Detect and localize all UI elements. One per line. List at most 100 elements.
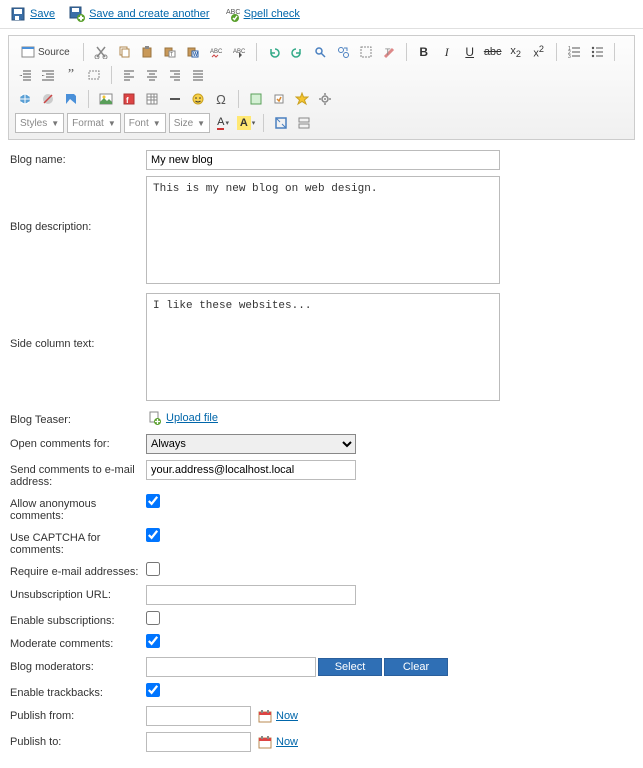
paste-text-icon[interactable]: T	[160, 42, 180, 62]
select-button[interactable]: Select	[318, 658, 382, 676]
subscript-icon[interactable]: x2	[506, 42, 526, 62]
format-dropdown[interactable]: Format▼	[67, 113, 121, 133]
unlink-icon[interactable]	[38, 89, 58, 109]
selectall-icon[interactable]	[356, 42, 376, 62]
showblocks-icon[interactable]	[294, 113, 314, 133]
pub-from-input[interactable]	[146, 706, 251, 726]
cut-icon[interactable]	[91, 42, 111, 62]
align-justify-icon[interactable]	[188, 65, 208, 85]
bulletlist-icon[interactable]	[587, 42, 607, 62]
pub-from-now-link[interactable]: Now	[257, 708, 298, 724]
captcha-checkbox[interactable]	[146, 528, 160, 542]
captcha-label: Use CAPTCHA for comments:	[10, 528, 146, 556]
paste-word-icon[interactable]: W	[183, 42, 203, 62]
save-plus-icon	[69, 6, 85, 22]
send-email-input[interactable]	[146, 460, 356, 480]
underline-icon[interactable]: U	[460, 42, 480, 62]
anon-label: Allow anonymous comments:	[10, 494, 146, 522]
save-link[interactable]: Save	[10, 6, 55, 22]
svg-text:f: f	[126, 96, 129, 105]
pub-to-label: Publish to:	[10, 732, 146, 748]
table-icon[interactable]	[142, 89, 162, 109]
unsub-label: Unsubscription URL:	[10, 585, 146, 601]
open-comments-select[interactable]: Always	[146, 434, 356, 454]
upload-label: Upload file	[166, 412, 218, 424]
action-bar: Save Save and create another ABC Spell c…	[0, 0, 643, 29]
svg-text:W: W	[193, 52, 198, 58]
svg-text:T: T	[385, 47, 391, 57]
enable-subs-label: Enable subscriptions:	[10, 611, 146, 627]
pub-to-input[interactable]	[146, 732, 251, 752]
blog-name-input[interactable]	[146, 150, 500, 170]
save-label: Save	[30, 8, 55, 20]
form-icon[interactable]	[246, 89, 266, 109]
align-right-icon[interactable]	[165, 65, 185, 85]
superscript-icon[interactable]: x2	[529, 42, 549, 62]
checkbox-icon[interactable]	[269, 89, 289, 109]
outdent-icon[interactable]	[15, 65, 35, 85]
paste-icon[interactable]	[137, 42, 157, 62]
editor-toolbar: Source T W ABC ABC T B I U abc x2 x2 123…	[8, 35, 635, 140]
styles-dropdown[interactable]: Styles▼	[15, 113, 64, 133]
spell-icon[interactable]: ABC	[206, 42, 226, 62]
source-button[interactable]: Source	[15, 42, 76, 62]
unsub-input[interactable]	[146, 585, 356, 605]
align-left-icon[interactable]	[119, 65, 139, 85]
textcolor-icon[interactable]: A▾	[213, 113, 233, 133]
removeformat-icon[interactable]: T	[379, 42, 399, 62]
moderators-input[interactable]	[146, 657, 316, 677]
blog-desc-label: Blog description:	[10, 176, 146, 233]
side-col-textarea[interactable]	[146, 293, 500, 401]
enable-subs-checkbox[interactable]	[146, 611, 160, 625]
anchor-icon[interactable]	[61, 89, 81, 109]
find-icon[interactable]	[310, 42, 330, 62]
link-icon[interactable]	[15, 89, 35, 109]
div-icon[interactable]	[84, 65, 104, 85]
svg-text:3: 3	[568, 54, 571, 59]
flash-icon[interactable]: f	[119, 89, 139, 109]
toolbar-row-3: Styles▼ Format▼ Font▼ Size▼ A▾ A▾	[15, 111, 628, 135]
save-icon	[10, 6, 26, 22]
calendar-icon	[257, 708, 273, 724]
side-col-label: Side column text:	[10, 293, 146, 350]
moderate-checkbox[interactable]	[146, 634, 160, 648]
smiley-icon[interactable]	[188, 89, 208, 109]
anon-checkbox[interactable]	[146, 494, 160, 508]
upload-icon	[146, 410, 162, 426]
pub-from-now-label: Now	[276, 710, 298, 722]
italic-icon[interactable]: I	[437, 42, 457, 62]
gear-icon[interactable]	[315, 89, 335, 109]
trackbacks-checkbox[interactable]	[146, 683, 160, 697]
strike-icon[interactable]: abc	[483, 42, 503, 62]
hr-icon[interactable]	[165, 89, 185, 109]
font-dropdown[interactable]: Font▼	[124, 113, 166, 133]
image-icon[interactable]	[96, 89, 116, 109]
numlist-icon[interactable]: 123	[564, 42, 584, 62]
maximize-icon[interactable]	[271, 113, 291, 133]
replace-icon[interactable]	[333, 42, 353, 62]
blockquote-icon[interactable]: ”	[61, 65, 81, 85]
indent-icon[interactable]	[38, 65, 58, 85]
pub-from-label: Publish from:	[10, 706, 146, 722]
size-dropdown[interactable]: Size▼	[169, 113, 210, 133]
clear-button[interactable]: Clear	[384, 658, 448, 676]
trackbacks-label: Enable trackbacks:	[10, 683, 146, 699]
pub-to-now-label: Now	[276, 736, 298, 748]
save-another-link[interactable]: Save and create another	[69, 6, 209, 22]
source-label: Source	[38, 47, 70, 58]
specialchar-icon[interactable]: Ω	[211, 89, 231, 109]
star-icon[interactable]	[292, 89, 312, 109]
align-center-icon[interactable]	[142, 65, 162, 85]
blog-desc-textarea[interactable]	[146, 176, 500, 284]
undo-icon[interactable]	[264, 42, 284, 62]
teaser-label: Blog Teaser:	[10, 410, 146, 426]
upload-file-link[interactable]: Upload file	[146, 410, 218, 426]
spellcheck-link[interactable]: ABC Spell check	[224, 6, 300, 22]
spell-lang-icon[interactable]: ABC	[229, 42, 249, 62]
copy-icon[interactable]	[114, 42, 134, 62]
bgcolor-icon[interactable]: A▾	[236, 113, 256, 133]
require-email-checkbox[interactable]	[146, 562, 160, 576]
bold-icon[interactable]: B	[414, 42, 434, 62]
redo-icon[interactable]	[287, 42, 307, 62]
pub-to-now-link[interactable]: Now	[257, 734, 298, 750]
